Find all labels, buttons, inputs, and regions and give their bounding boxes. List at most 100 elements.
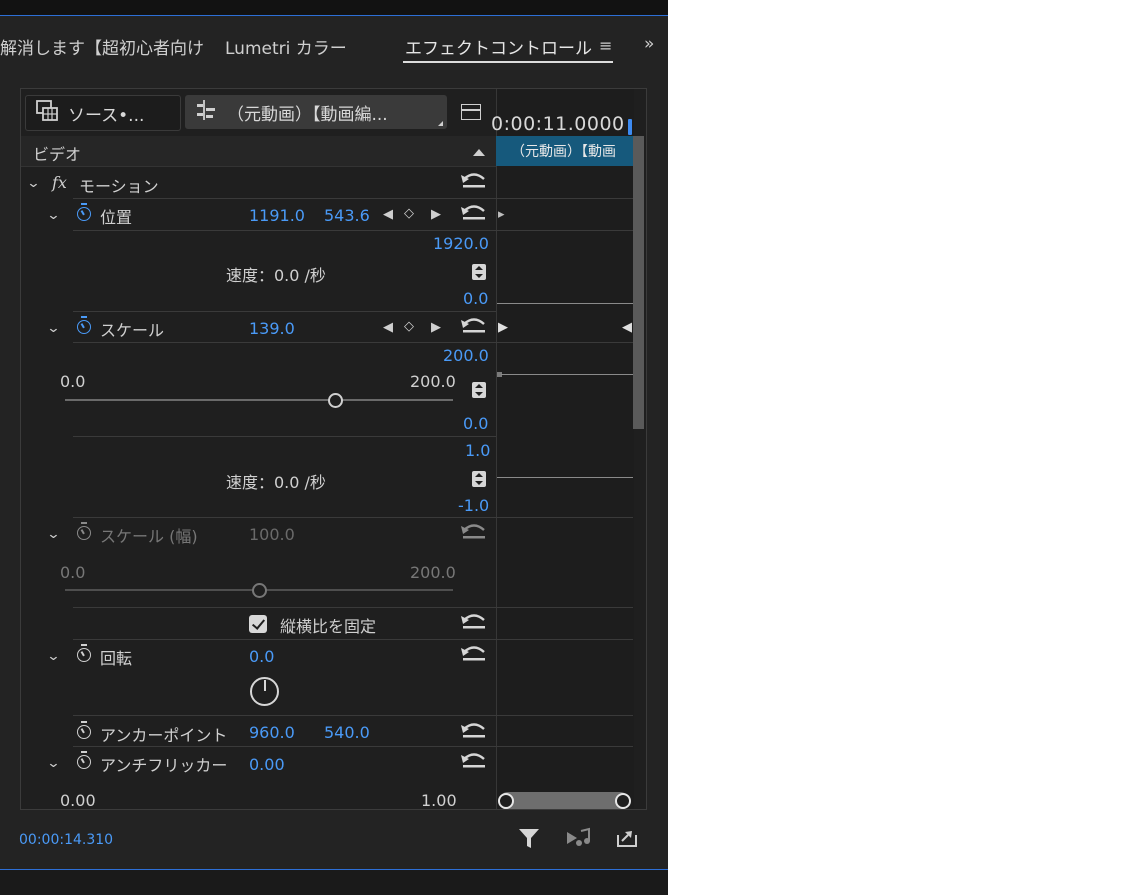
- tab-source-video[interactable]: 解消します【超初心者向け: [0, 34, 204, 59]
- collapse-up-icon[interactable]: [473, 149, 485, 156]
- scale-slider-track[interactable]: [65, 399, 453, 401]
- scale-width-label: スケール (幅): [100, 527, 198, 546]
- chevron-down-icon[interactable]: ⌄: [26, 176, 40, 191]
- row-divider: [73, 639, 633, 640]
- row-divider: [73, 198, 633, 199]
- stopwatch-icon[interactable]: [77, 751, 91, 769]
- reset-icon[interactable]: [461, 524, 487, 540]
- scale-width-slider-max: 200.0: [410, 563, 456, 582]
- anchor-x-value[interactable]: 960.0: [249, 723, 295, 742]
- velocity-graph-line: [497, 477, 633, 478]
- add-keyframe-icon[interactable]: ◇: [404, 319, 414, 334]
- anchor-point-label: アンカーポイント: [100, 726, 228, 745]
- chevron-down-icon[interactable]: ⌄: [46, 321, 60, 336]
- rotation-dial[interactable]: [250, 677, 279, 706]
- panel-focus-top-border: [0, 15, 668, 16]
- sequence-clip-selector[interactable]: （元動画）【動画編...: [185, 95, 447, 129]
- antiflicker-max: 1.00: [421, 791, 457, 810]
- scale-width-value: 100.0: [249, 525, 295, 544]
- rotation-value[interactable]: 0.0: [249, 647, 274, 666]
- motion-label: モーション: [79, 177, 159, 196]
- scale-label: スケール: [100, 321, 165, 340]
- reset-icon[interactable]: [461, 205, 487, 221]
- row-divider: [73, 607, 633, 608]
- position-graph-line: [497, 303, 633, 304]
- keyframe-marker-icon[interactable]: ◀: [622, 320, 632, 335]
- chevron-double-right-icon[interactable]: »: [644, 34, 654, 54]
- zoom-start-handle[interactable]: [498, 793, 514, 809]
- reset-icon[interactable]: [461, 173, 487, 189]
- scale-velocity-min: -1.0: [458, 496, 490, 515]
- next-keyframe-icon[interactable]: ▶: [431, 207, 441, 222]
- scale-velocity-max: 1.0: [465, 441, 491, 460]
- scale-graph-min: 0.0: [463, 414, 489, 433]
- uniform-scale-checkbox[interactable]: [249, 615, 267, 633]
- scale-value[interactable]: 139.0: [249, 319, 295, 338]
- reset-icon[interactable]: [461, 646, 487, 662]
- chevron-down-icon[interactable]: ⌄: [46, 208, 60, 223]
- scale-slider-knob[interactable]: [327, 393, 343, 408]
- timeline-clip-label: （元動画）【動画: [511, 144, 616, 160]
- position-graph-max: 1920.0: [433, 234, 489, 253]
- reset-icon[interactable]: [461, 753, 487, 769]
- export-icon[interactable]: [616, 827, 638, 854]
- position-x-value[interactable]: 1191.0: [249, 206, 305, 225]
- keyframe-marker-icon[interactable]: ▸: [498, 207, 505, 222]
- hamburger-icon[interactable]: ≡: [599, 36, 612, 55]
- graph-scale-icon[interactable]: [472, 264, 486, 280]
- sequence-clip-label: （元動画）【動画編...: [227, 104, 388, 125]
- effect-controls-panel: ソース•... （元動画）【動画編... 0:00:11.0000 （元動画）【…: [20, 88, 647, 810]
- uniform-scale-label: 縦横比を固定: [280, 617, 377, 636]
- row-divider: [73, 342, 633, 343]
- tab-effect-controls[interactable]: エフェクトコントロール: [405, 34, 595, 59]
- active-tab-underline: [403, 61, 613, 63]
- anchor-y-value[interactable]: 540.0: [324, 723, 370, 742]
- stopwatch-icon[interactable]: [77, 721, 91, 739]
- reset-icon[interactable]: [461, 723, 487, 739]
- play-audio-icon[interactable]: [566, 827, 592, 854]
- position-graph-min: 0.0: [463, 289, 489, 308]
- scale-graph-line: [501, 374, 633, 375]
- graph-scale-icon[interactable]: [472, 471, 486, 487]
- add-keyframe-icon[interactable]: ◇: [404, 206, 414, 221]
- source-clip-selector[interactable]: ソース•...: [25, 95, 181, 131]
- antiflicker-value[interactable]: 0.00: [249, 755, 285, 774]
- antiflicker-min: 0.00: [60, 791, 96, 810]
- position-y-value[interactable]: 543.6: [324, 206, 370, 225]
- effect-controls-app: 解消します【超初心者向け Lumetri カラー エフェクトコントロール ≡ »…: [0, 0, 668, 895]
- filter-icon[interactable]: [518, 827, 540, 854]
- current-timecode[interactable]: 00:00:14.310: [19, 832, 113, 848]
- prev-keyframe-icon[interactable]: ◀: [383, 207, 393, 222]
- tab-lumetri-color[interactable]: Lumetri カラー: [225, 34, 347, 59]
- stopwatch-icon[interactable]: [77, 644, 91, 662]
- graph-scale-icon[interactable]: [472, 382, 486, 398]
- timeline-timecode: 0:00:11.0000: [491, 113, 625, 135]
- source-clip-label: ソース•...: [68, 105, 145, 126]
- clip-icon: [36, 99, 58, 127]
- scale-graph-max: 200.0: [443, 346, 489, 365]
- playhead-marker[interactable]: [628, 119, 632, 135]
- timeline-area[interactable]: [496, 89, 634, 809]
- scale-width-slider-min: 0.0: [60, 563, 86, 582]
- position-label: 位置: [100, 208, 133, 227]
- row-divider: [73, 715, 633, 716]
- next-keyframe-icon[interactable]: ▶: [431, 320, 441, 335]
- fx-icon[interactable]: fx: [52, 173, 67, 192]
- chevron-down-icon[interactable]: ⌄: [46, 527, 60, 542]
- chevron-down-icon[interactable]: ⌄: [46, 756, 60, 771]
- vertical-scrollbar[interactable]: [633, 136, 644, 429]
- reset-icon[interactable]: [461, 614, 487, 630]
- zoom-end-handle[interactable]: [615, 793, 631, 809]
- bottom-strip: [0, 870, 668, 895]
- section-label: ビデオ: [33, 145, 82, 164]
- timeline-zoom-bar[interactable]: [499, 792, 629, 809]
- stopwatch-icon[interactable]: [77, 316, 91, 334]
- dropdown-corner-icon: [438, 121, 443, 126]
- stopwatch-icon[interactable]: [77, 203, 91, 221]
- toggle-timeline-view-icon[interactable]: [461, 104, 481, 120]
- reset-icon[interactable]: [461, 318, 487, 334]
- antiflicker-label: アンチフリッカー: [100, 756, 228, 775]
- prev-keyframe-icon[interactable]: ◀: [383, 320, 393, 335]
- chevron-down-icon[interactable]: ⌄: [46, 649, 60, 664]
- keyframe-marker-icon[interactable]: ▶: [498, 320, 508, 335]
